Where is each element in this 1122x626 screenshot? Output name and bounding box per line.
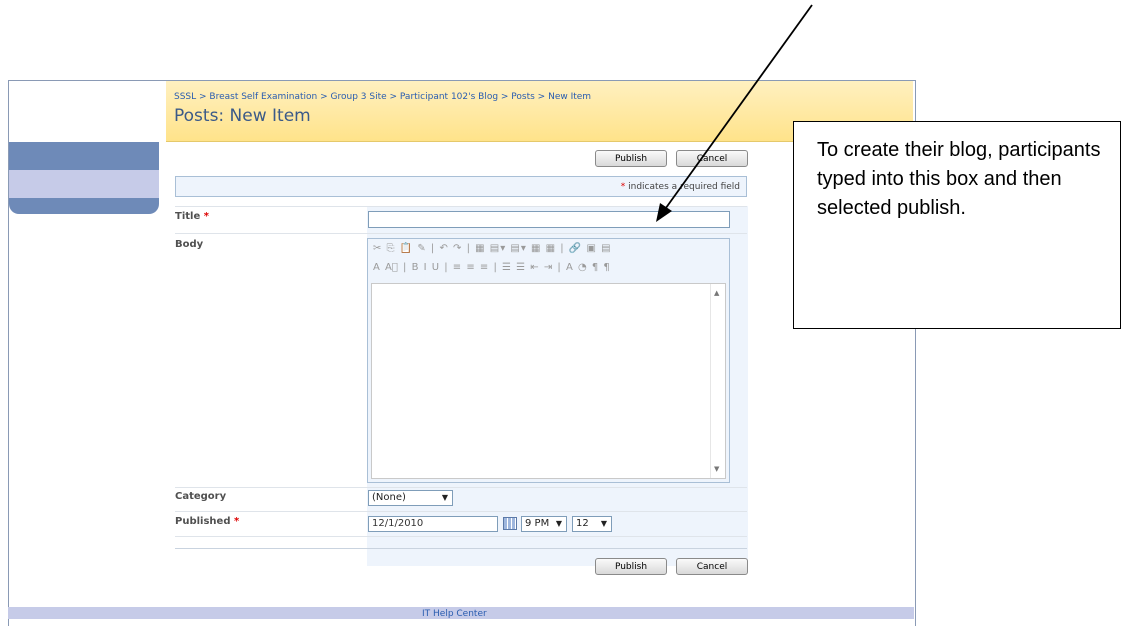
title-input[interactable] [368, 211, 730, 228]
footer-link[interactable]: IT Help Center [422, 609, 487, 619]
published-label: Published * [175, 516, 240, 527]
category-select[interactable]: (None) ▼ [368, 490, 453, 506]
published-minute-select[interactable]: 12 ▼ [572, 516, 612, 532]
divider [175, 548, 747, 549]
chevron-down-icon: ▼ [441, 493, 448, 502]
title-label: Title * [175, 211, 209, 222]
row-separator [175, 487, 747, 488]
left-navigation [9, 81, 159, 626]
annotation-text: To create their blog, participants typed… [817, 139, 1101, 219]
published-hour-select[interactable]: 9 PM ▼ [521, 516, 567, 532]
chevron-down-icon: ▼ [600, 519, 607, 528]
chevron-down-icon: ▼ [555, 519, 562, 528]
body-textarea[interactable]: ▲ ▼ [371, 283, 726, 479]
nav-band [9, 198, 159, 214]
row-separator [175, 206, 747, 207]
page-title: Posts: New Item [174, 106, 311, 126]
row-separator [175, 233, 747, 234]
scroll-down-icon[interactable]: ▼ [714, 465, 719, 473]
editor-scrollbar[interactable]: ▲ ▼ [710, 284, 725, 478]
rich-text-editor: ✂ ⎘ 📋 ✎ | ↶ ↷ | ▦ ▤▾ ▤▾ ▦ ▦ | 🔗 ▣ ▤ A A⃞… [367, 238, 730, 483]
footer-bar: IT Help Center [8, 607, 914, 619]
required-field-note: * indicates a required field [620, 182, 740, 192]
nav-band [9, 170, 159, 198]
breadcrumb[interactable]: SSSL > Breast Self Examination > Group 3… [174, 92, 591, 102]
annotation-callout: To create their blog, participants typed… [793, 121, 1121, 329]
row-separator [175, 536, 747, 537]
calendar-icon[interactable] [503, 517, 517, 530]
scroll-up-icon[interactable]: ▲ [714, 289, 719, 297]
editor-toolbar-row-2[interactable]: A A⃞ | B I U | ≡ ≡ ≡ | ☰ ☰ ⇤ ⇥ | A ◔ ¶ ¶ [373, 262, 611, 273]
body-label: Body [175, 239, 204, 250]
publish-button-top[interactable]: Publish [595, 150, 667, 167]
nav-band [9, 142, 159, 170]
publish-button-bottom[interactable]: Publish [595, 558, 667, 575]
cancel-button-top[interactable]: Cancel [676, 150, 748, 167]
cancel-button-bottom[interactable]: Cancel [676, 558, 748, 575]
row-separator [175, 511, 747, 512]
editor-toolbar-row-1[interactable]: ✂ ⎘ 📋 ✎ | ↶ ↷ | ▦ ▤▾ ▤▾ ▦ ▦ | 🔗 ▣ ▤ [373, 243, 612, 254]
category-label: Category [175, 491, 227, 502]
required-field-note-bar: * indicates a required field [175, 176, 747, 197]
published-date-input[interactable]: 12/1/2010 [368, 516, 498, 532]
